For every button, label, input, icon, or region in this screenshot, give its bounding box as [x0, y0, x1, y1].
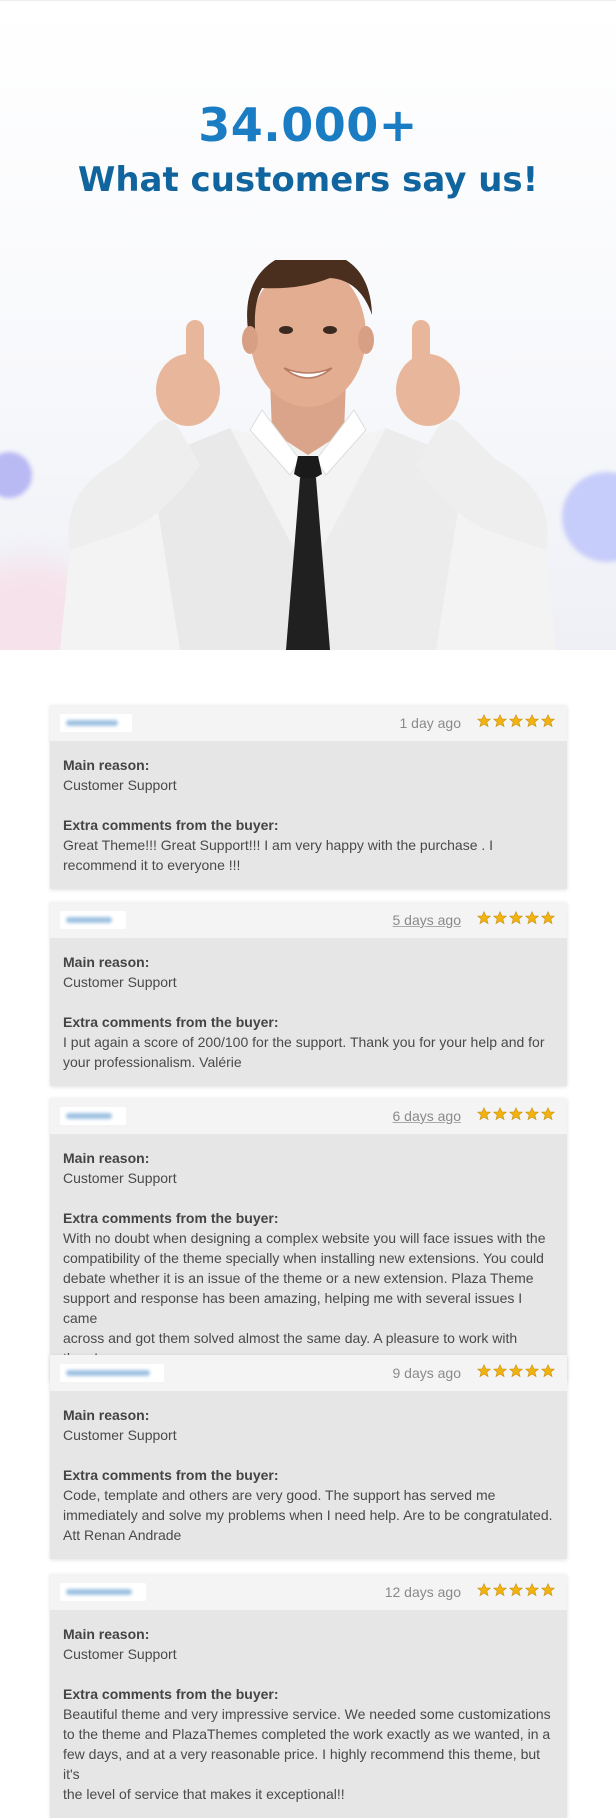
testimonials-title: What customers say us! — [77, 160, 539, 200]
star-icon — [509, 1364, 523, 1378]
review-header: 1 day ago — [50, 705, 567, 741]
star-rating — [477, 714, 555, 728]
review-body: Main reason: Customer Support Extra comm… — [50, 938, 567, 1086]
review-header: 12 days ago — [50, 1574, 567, 1610]
main-reason-label: Main reason: — [63, 954, 150, 970]
star-icon — [509, 714, 523, 728]
review-card: 5 days ago Main reason: Customer Support… — [50, 902, 567, 1086]
star-icon — [493, 1107, 507, 1121]
main-reason-value: Customer Support — [63, 1170, 177, 1186]
thumbs-up-person-image — [60, 260, 556, 650]
star-rating — [477, 1364, 555, 1378]
review-body: Main reason: Customer Support Extra comm… — [50, 741, 567, 889]
star-icon — [541, 1583, 555, 1597]
comment-line: immediately and solve my problems when I… — [63, 1507, 553, 1523]
star-icon — [525, 1107, 539, 1121]
main-reason-label: Main reason: — [63, 1407, 150, 1423]
comment-line: Great Theme!!! Great Support!!! I am ver… — [63, 837, 494, 853]
star-icon — [493, 911, 507, 925]
reviewer-name-blurred — [60, 911, 126, 929]
comments-label: Extra comments from the buyer: — [63, 1467, 279, 1483]
review-body: Main reason: Customer Support Extra comm… — [50, 1610, 567, 1818]
review-card: 1 day ago Main reason: Customer Support … — [50, 705, 567, 889]
star-icon — [477, 1107, 491, 1121]
comment-line: to the theme and PlazaThemes completed t… — [63, 1726, 551, 1742]
comment-line: recommend it to everyone !!! — [63, 857, 241, 873]
star-rating — [477, 1107, 555, 1121]
reviewer-name-blurred — [60, 714, 132, 732]
star-icon — [477, 911, 491, 925]
comment-line: Code, template and others are very good.… — [63, 1487, 496, 1503]
review-body: Main reason: Customer Support Extra comm… — [50, 1391, 567, 1559]
comments-label: Extra comments from the buyer: — [63, 817, 279, 833]
main-reason-value: Customer Support — [63, 1427, 177, 1443]
star-icon — [525, 1583, 539, 1597]
review-header: 9 days ago — [50, 1355, 567, 1391]
star-icon — [477, 1583, 491, 1597]
comment-line: the level of service that makes it excep… — [63, 1786, 345, 1802]
star-icon — [525, 714, 539, 728]
review-date-link[interactable]: 5 days ago — [393, 912, 462, 928]
main-reason-value: Customer Support — [63, 1646, 177, 1662]
review-header: 6 days ago — [50, 1098, 567, 1134]
comment-line: Att Renan Andrade — [63, 1527, 182, 1543]
review-body: Main reason: Customer Support Extra comm… — [50, 1134, 567, 1382]
star-icon — [525, 1364, 539, 1378]
star-rating — [477, 1583, 555, 1597]
comment-line: Beautiful theme and very impressive serv… — [63, 1706, 551, 1722]
star-icon — [541, 714, 555, 728]
comment-line: I put again a score of 200/100 for the s… — [63, 1034, 545, 1050]
review-date: 1 day ago — [399, 715, 462, 731]
star-icon — [541, 1364, 555, 1378]
star-icon — [477, 1364, 491, 1378]
reviewer-name-blurred — [60, 1364, 164, 1382]
comments-label: Extra comments from the buyer: — [63, 1210, 279, 1226]
star-rating — [477, 911, 555, 925]
star-icon — [493, 714, 507, 728]
review-card: 9 days ago Main reason: Customer Support… — [50, 1355, 567, 1559]
review-card: 12 days ago Main reason: Customer Suppor… — [50, 1574, 567, 1818]
customer-count-headline: 34.000+ — [198, 98, 418, 152]
main-reason-value: Customer Support — [63, 777, 177, 793]
comment-line: With no doubt when designing a complex w… — [63, 1230, 546, 1246]
hero-section: 34.000+ What customers say us! — [0, 0, 616, 650]
review-date-link[interactable]: 6 days ago — [393, 1108, 462, 1124]
star-icon — [493, 1583, 507, 1597]
main-reason-label: Main reason: — [63, 757, 150, 773]
main-reason-label: Main reason: — [63, 1626, 150, 1642]
comment-line: few days, and at a very reasonable price… — [63, 1746, 541, 1782]
comment-line: debate whether it is an issue of the the… — [63, 1270, 534, 1286]
review-date: 9 days ago — [392, 1365, 462, 1381]
comments-label: Extra comments from the buyer: — [63, 1686, 279, 1702]
star-icon — [493, 1364, 507, 1378]
comment-line: your professionalism. Valérie — [63, 1054, 242, 1070]
review-date: 12 days ago — [384, 1584, 461, 1600]
main-reason-value: Customer Support — [63, 974, 177, 990]
reviewer-name-blurred — [60, 1583, 146, 1601]
top-divider — [0, 0, 616, 1]
comments-label: Extra comments from the buyer: — [63, 1014, 279, 1030]
star-icon — [525, 911, 539, 925]
star-icon — [541, 911, 555, 925]
star-icon — [509, 911, 523, 925]
reviewer-name-blurred — [60, 1107, 126, 1125]
comment-line: compatibility of the theme specially whe… — [63, 1250, 544, 1266]
star-icon — [541, 1107, 555, 1121]
star-icon — [509, 1107, 523, 1121]
comment-line: support and response has been amazing, h… — [63, 1290, 523, 1326]
main-reason-label: Main reason: — [63, 1150, 150, 1166]
review-header: 5 days ago — [50, 902, 567, 938]
star-icon — [477, 714, 491, 728]
star-icon — [509, 1583, 523, 1597]
review-card: 6 days ago Main reason: Customer Support… — [50, 1098, 567, 1382]
